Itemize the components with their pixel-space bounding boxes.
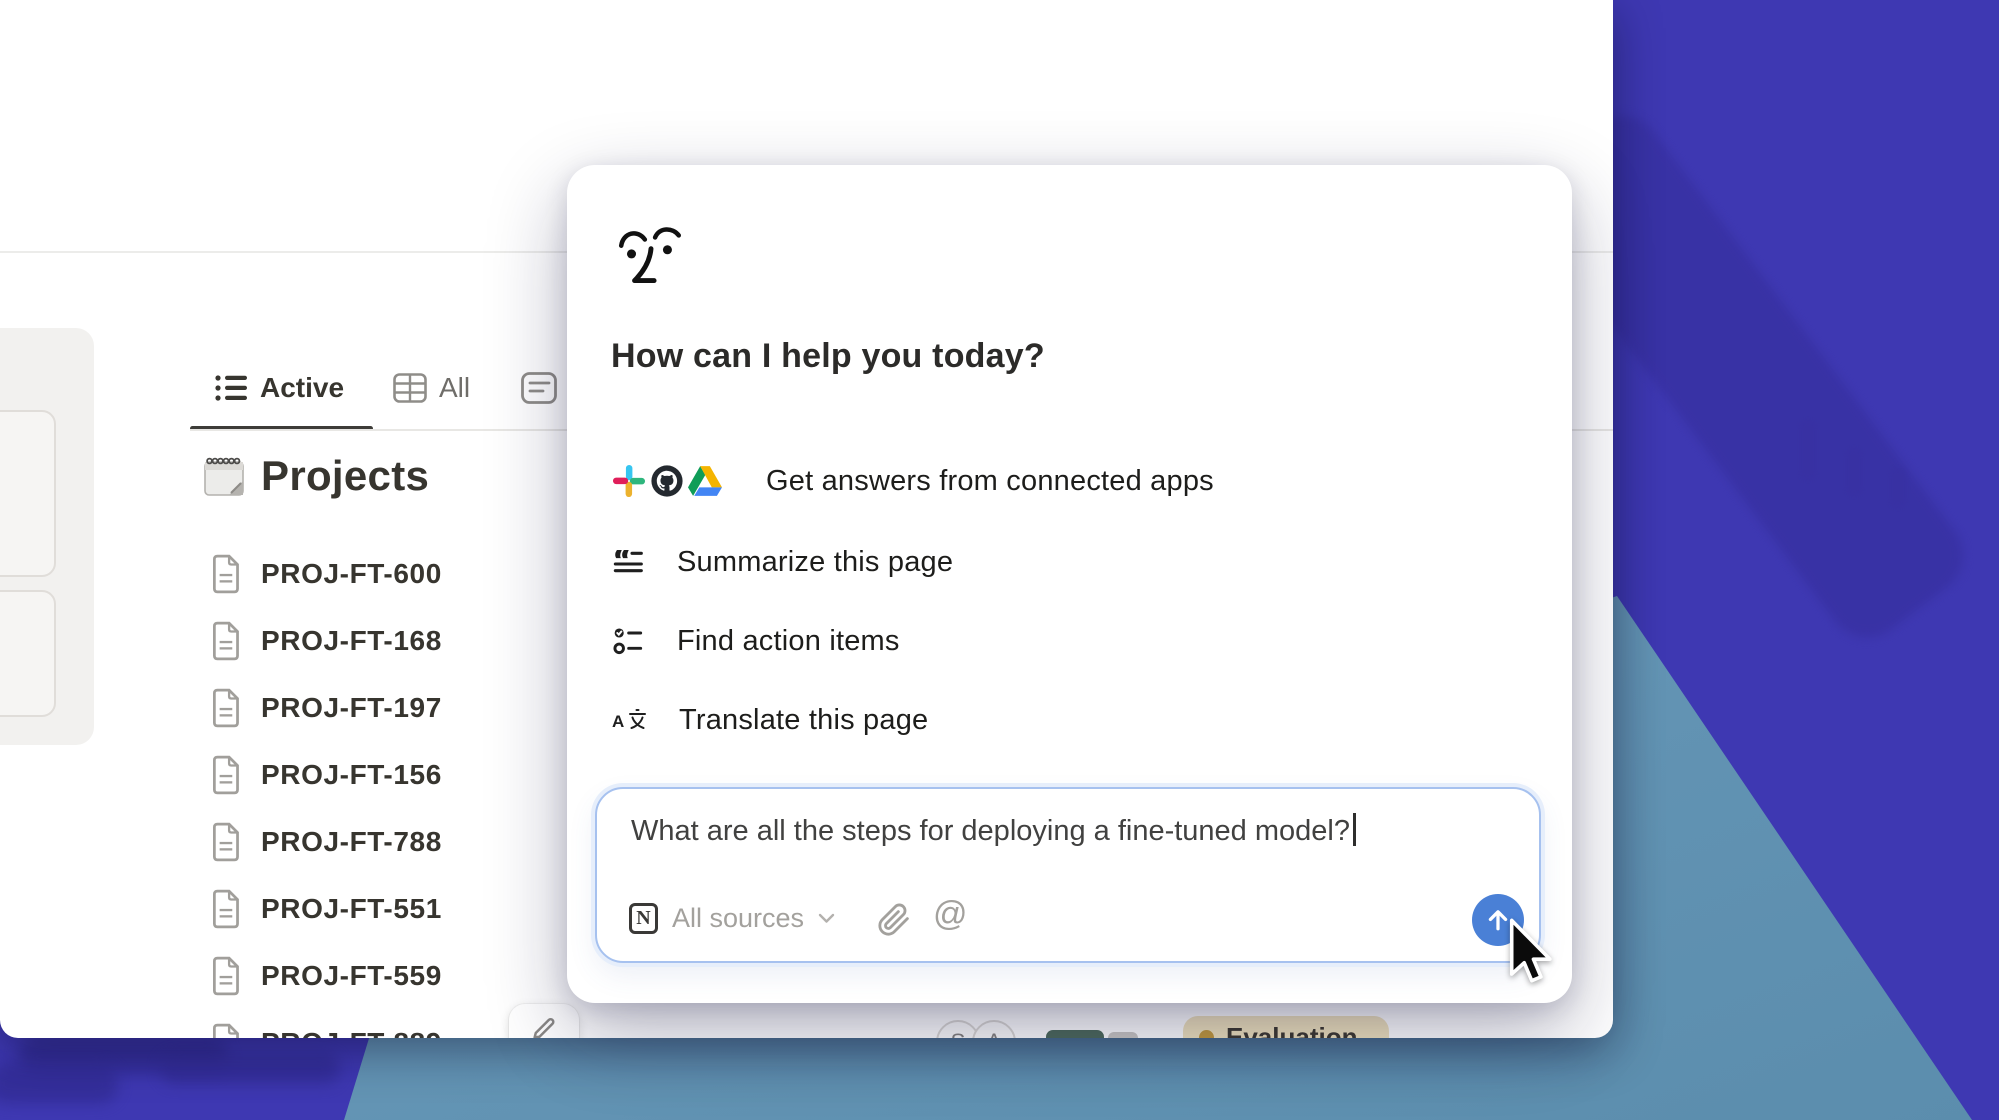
document-icon bbox=[211, 822, 243, 862]
project-label: PROJ-FT-559 bbox=[261, 960, 442, 992]
wallpaper-patch bbox=[0, 1064, 118, 1104]
menu-item-summarize[interactable]: Summarize this page bbox=[612, 536, 953, 588]
tab-third[interactable] bbox=[521, 372, 557, 404]
menu-item-label: Translate this page bbox=[679, 704, 928, 737]
svg-text:A: A bbox=[612, 712, 624, 731]
side-panel-card bbox=[0, 328, 94, 745]
document-icon bbox=[211, 956, 243, 996]
tag-dot-icon bbox=[1199, 1030, 1214, 1039]
document-icon bbox=[211, 621, 243, 661]
prompt-value: What are all the steps for deploying a f… bbox=[631, 815, 1350, 847]
menu-item-label: Summarize this page bbox=[677, 546, 953, 579]
project-label: PROJ-FT-788 bbox=[261, 826, 442, 858]
notepad-icon bbox=[201, 453, 247, 499]
prompt-text: What are all the steps for deploying a f… bbox=[631, 813, 1356, 848]
document-icon bbox=[211, 688, 243, 728]
list-item[interactable]: PROJ-FT-889 bbox=[211, 1021, 442, 1038]
notion-letter: N bbox=[636, 907, 650, 930]
tab-active[interactable]: Active bbox=[214, 372, 344, 404]
status-button[interactable] bbox=[1046, 1030, 1104, 1038]
document-icon bbox=[211, 554, 243, 594]
side-panel-item bbox=[0, 590, 56, 717]
at-icon: @ bbox=[933, 895, 968, 933]
project-label: PROJ-FT-889 bbox=[261, 1027, 442, 1038]
tab-label: All bbox=[439, 372, 470, 404]
notion-logo-icon: N bbox=[629, 903, 658, 934]
list-item[interactable]: PROJ-FT-551 bbox=[211, 887, 442, 931]
mouse-cursor bbox=[1508, 918, 1556, 992]
page-title: Projects bbox=[261, 452, 429, 500]
summarize-icon bbox=[612, 546, 644, 578]
project-label: PROJ-FT-600 bbox=[261, 558, 442, 590]
notion-ai-face-icon bbox=[613, 220, 689, 296]
list-item[interactable]: PROJ-FT-788 bbox=[211, 820, 442, 864]
feed-icon bbox=[521, 372, 557, 404]
bulleted-list-icon bbox=[214, 373, 248, 403]
status-chip[interactable] bbox=[1108, 1032, 1138, 1038]
list-item[interactable]: PROJ-FT-197 bbox=[211, 686, 442, 730]
attach-button[interactable] bbox=[877, 903, 911, 937]
wallpaper-patch bbox=[160, 1054, 340, 1084]
document-icon bbox=[211, 1023, 243, 1038]
mention-button[interactable]: @ bbox=[933, 895, 968, 934]
menu-item-label: Get answers from connected apps bbox=[766, 465, 1214, 498]
prompt-input[interactable]: What are all the steps for deploying a f… bbox=[595, 787, 1541, 963]
wallpaper-drip bbox=[1890, 468, 1906, 508]
modal-heading: How can I help you today? bbox=[611, 337, 1045, 376]
avatar-initial: A bbox=[987, 1029, 1002, 1038]
slack-icon bbox=[612, 464, 646, 498]
edit-button[interactable] bbox=[509, 1004, 579, 1038]
tab-all[interactable]: All bbox=[393, 372, 470, 404]
text-cursor bbox=[1353, 813, 1356, 846]
side-panel-item bbox=[0, 410, 56, 577]
menu-item-translate[interactable]: A Translate this page bbox=[612, 694, 928, 746]
pencil-icon bbox=[529, 1013, 559, 1038]
document-icon bbox=[211, 889, 243, 929]
github-icon bbox=[650, 464, 684, 498]
tab-label: Active bbox=[260, 372, 344, 404]
list-item[interactable]: PROJ-FT-559 bbox=[211, 954, 442, 998]
translate-icon: A bbox=[612, 705, 646, 735]
project-label: PROJ-FT-168 bbox=[261, 625, 442, 657]
table-icon bbox=[393, 373, 427, 403]
wallpaper-drip bbox=[1800, 420, 1816, 480]
project-label: PROJ-FT-156 bbox=[261, 759, 442, 791]
wallpaper-drip bbox=[1846, 448, 1862, 496]
action-items-icon bbox=[612, 625, 644, 657]
drive-icon bbox=[688, 464, 722, 498]
list-item[interactable]: PROJ-FT-600 bbox=[211, 552, 442, 596]
project-label: PROJ-FT-197 bbox=[261, 692, 442, 724]
avatar-initial: S bbox=[951, 1029, 966, 1038]
document-icon bbox=[211, 755, 243, 795]
project-label: PROJ-FT-551 bbox=[261, 893, 442, 925]
avatar: A bbox=[972, 1020, 1016, 1038]
tag-label: Evaluation bbox=[1226, 1022, 1357, 1039]
chevron-down-icon bbox=[818, 913, 835, 924]
list-item[interactable]: PROJ-FT-156 bbox=[211, 753, 442, 797]
menu-item-find-action-items[interactable]: Find action items bbox=[612, 615, 900, 667]
menu-item-label: Find action items bbox=[677, 625, 900, 658]
evaluation-tag[interactable]: Evaluation bbox=[1183, 1016, 1389, 1038]
menu-item-connected-apps[interactable]: Get answers from connected apps bbox=[612, 455, 1214, 507]
source-selector[interactable]: N All sources bbox=[629, 903, 835, 934]
source-selector-label: All sources bbox=[672, 903, 804, 934]
notion-ai-dialog: How can I help you today? bbox=[567, 165, 1572, 1003]
paperclip-icon bbox=[877, 903, 911, 937]
list-item[interactable]: PROJ-FT-168 bbox=[211, 619, 442, 663]
